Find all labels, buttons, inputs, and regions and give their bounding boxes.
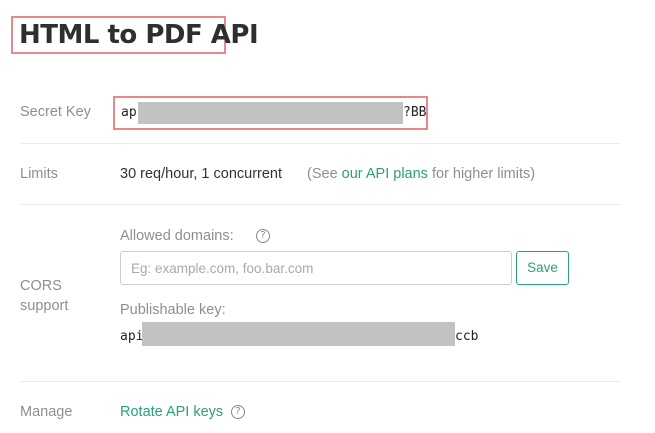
limits-note-close: for higher limits) [427, 166, 536, 182]
cors-label-line1: CORS [20, 278, 62, 294]
publishable-key-suffix[interactable]: ccb [455, 329, 478, 344]
limits-value: 30 req/hour, 1 concurrent [120, 166, 283, 182]
secret-key-suffix[interactable]: ?BB [403, 105, 426, 120]
publishable-key-prefix[interactable]: api [120, 329, 143, 344]
limits-note-open: (See [307, 166, 342, 182]
save-button[interactable]: Save [516, 251, 569, 285]
limits-label: Limits [20, 166, 58, 182]
page-title: HTML to PDF API [19, 20, 259, 50]
divider [20, 204, 621, 205]
secret-key-label: Secret Key [20, 104, 91, 120]
cors-support-label: CORS support [20, 276, 68, 316]
secret-key-prefix[interactable]: ap [121, 105, 137, 120]
secret-key-redaction [138, 102, 403, 124]
limits-note: (See our API plans for higher limits) [307, 166, 535, 182]
divider [20, 143, 621, 144]
help-circle-icon[interactable]: ? [231, 405, 245, 419]
divider [20, 381, 621, 382]
cors-label-line2: support [20, 298, 69, 314]
help-circle-icon[interactable]: ? [256, 229, 270, 243]
publishable-key-label: Publishable key: [120, 302, 226, 318]
allowed-domains-input[interactable] [120, 251, 512, 285]
allowed-domains-label: Allowed domains: [120, 228, 234, 244]
rotate-api-keys-link[interactable]: Rotate API keys [120, 404, 223, 420]
api-plans-link[interactable]: our API plans [342, 166, 428, 182]
publishable-key-redaction [142, 322, 455, 346]
manage-label: Manage [20, 404, 73, 420]
